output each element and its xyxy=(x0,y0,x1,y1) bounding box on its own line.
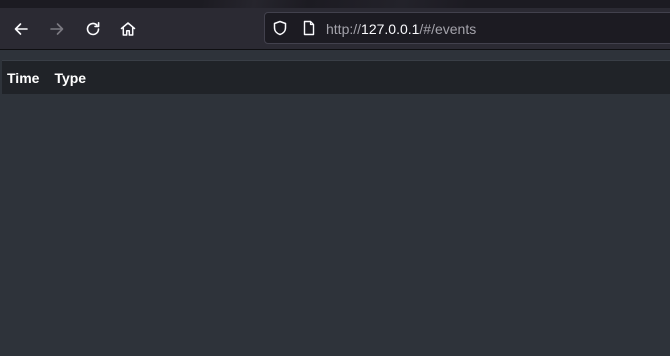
forward-button[interactable] xyxy=(45,17,69,41)
browser-title-strip xyxy=(0,0,670,8)
arrow-left-icon xyxy=(12,20,30,38)
browser-toolbar: http://127.0.0.1/#/events xyxy=(0,8,670,50)
page-content: Time Type xyxy=(0,50,670,356)
page-icon[interactable] xyxy=(301,20,317,41)
column-header-type[interactable]: Type xyxy=(54,70,86,86)
back-button[interactable] xyxy=(9,17,33,41)
arrow-right-icon xyxy=(48,20,66,38)
url-bar[interactable]: http://127.0.0.1/#/events xyxy=(264,12,670,44)
home-button[interactable] xyxy=(116,17,140,41)
home-icon xyxy=(119,20,137,38)
column-header-time[interactable]: Time xyxy=(7,70,39,86)
shield-icon[interactable] xyxy=(272,20,288,41)
reload-button[interactable] xyxy=(81,17,105,41)
url-path: /#/events xyxy=(419,21,477,37)
url-host: 127.0.0.1 xyxy=(361,21,420,37)
url-text[interactable]: http://127.0.0.1/#/events xyxy=(326,20,476,38)
events-table-header: Time Type xyxy=(2,60,670,94)
url-scheme: http:// xyxy=(326,21,362,37)
reload-icon xyxy=(84,20,102,38)
